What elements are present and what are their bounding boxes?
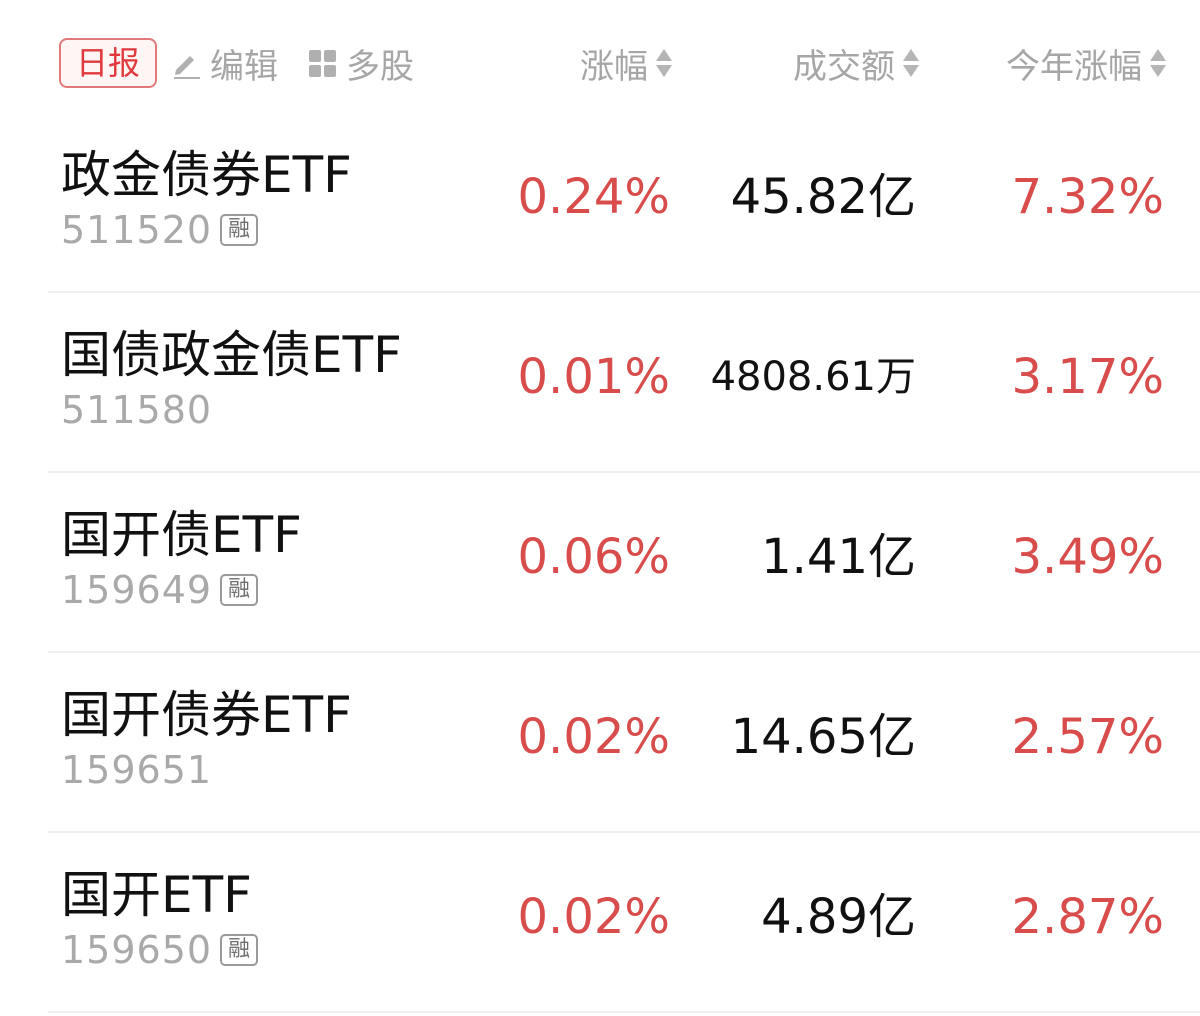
sort-icon bbox=[1150, 48, 1166, 78]
sort-icon bbox=[656, 48, 672, 78]
multi-stock-label: 多股 bbox=[346, 46, 414, 87]
column-header-volume[interactable]: 成交额 bbox=[793, 38, 919, 88]
margin-trading-badge: 融 bbox=[220, 574, 259, 606]
table-row[interactable]: 国开债券ETF 159651 0.02% 14.65亿 2.57% bbox=[48, 653, 1200, 833]
sort-icon bbox=[903, 48, 919, 78]
column-header-ytd[interactable]: 今年涨幅 bbox=[1006, 38, 1166, 88]
etf-code: 511520 bbox=[61, 208, 213, 252]
etf-name: 国开ETF bbox=[61, 866, 252, 924]
ytd-change-value: 3.49% bbox=[1011, 529, 1164, 585]
ytd-change-value: 2.87% bbox=[1011, 889, 1164, 945]
change-value: 0.02% bbox=[517, 709, 670, 765]
volume-value: 1.41亿 bbox=[761, 529, 916, 585]
multi-stock-button[interactable]: 多股 bbox=[306, 38, 414, 88]
etf-name: 国债政金债ETF bbox=[61, 326, 402, 384]
code-group: 159650 融 bbox=[61, 928, 259, 972]
column-header-volume-label: 成交额 bbox=[793, 46, 895, 87]
change-value: 0.06% bbox=[517, 529, 670, 585]
code-group: 511520 融 bbox=[61, 208, 259, 252]
pencil-icon bbox=[170, 46, 204, 80]
ytd-change-value: 3.17% bbox=[1011, 349, 1164, 405]
list-header: 日报 编辑 多股 涨幅 成交额 今年涨幅 bbox=[0, 0, 1200, 120]
table-row[interactable]: 国债政金债ETF 511580 0.01% 4808.61万 3.17% bbox=[48, 293, 1200, 473]
volume-value: 45.82亿 bbox=[730, 169, 916, 225]
margin-trading-badge: 融 bbox=[220, 934, 259, 966]
volume-value: 4.89亿 bbox=[761, 889, 916, 945]
grid-icon bbox=[306, 46, 340, 80]
change-value: 0.01% bbox=[517, 349, 670, 405]
column-header-change[interactable]: 涨幅 bbox=[580, 38, 672, 88]
table-row[interactable]: 国开ETF 159650 融 0.02% 4.89亿 2.87% bbox=[48, 833, 1200, 1013]
edit-label: 编辑 bbox=[210, 46, 278, 87]
ytd-change-value: 7.32% bbox=[1011, 169, 1164, 225]
edit-button[interactable]: 编辑 bbox=[170, 38, 278, 88]
column-header-ytd-label: 今年涨幅 bbox=[1006, 46, 1142, 87]
code-group: 511580 bbox=[61, 388, 212, 432]
code-group: 159649 融 bbox=[61, 568, 259, 612]
column-header-change-label: 涨幅 bbox=[580, 46, 648, 87]
volume-value: 4808.61万 bbox=[710, 354, 916, 400]
etf-name: 国开债券ETF bbox=[61, 686, 352, 744]
etf-name: 国开债ETF bbox=[61, 506, 302, 564]
change-value: 0.24% bbox=[517, 169, 670, 225]
etf-code: 159649 bbox=[61, 568, 213, 612]
change-value: 0.02% bbox=[517, 889, 670, 945]
etf-code: 159650 bbox=[61, 928, 213, 972]
margin-trading-badge: 融 bbox=[220, 214, 259, 246]
etf-name: 政金债券ETF bbox=[61, 146, 352, 204]
table-row[interactable]: 政金债券ETF 511520 融 0.24% 45.82亿 7.32% bbox=[48, 113, 1200, 293]
etf-code: 511580 bbox=[61, 388, 213, 432]
ytd-change-value: 2.57% bbox=[1011, 709, 1164, 765]
table-row[interactable]: 国开债ETF 159649 融 0.06% 1.41亿 3.49% bbox=[48, 473, 1200, 653]
etf-code: 159651 bbox=[61, 748, 213, 792]
daily-report-button[interactable]: 日报 bbox=[59, 38, 157, 88]
code-group: 159651 bbox=[61, 748, 212, 792]
volume-value: 14.65亿 bbox=[730, 709, 916, 765]
